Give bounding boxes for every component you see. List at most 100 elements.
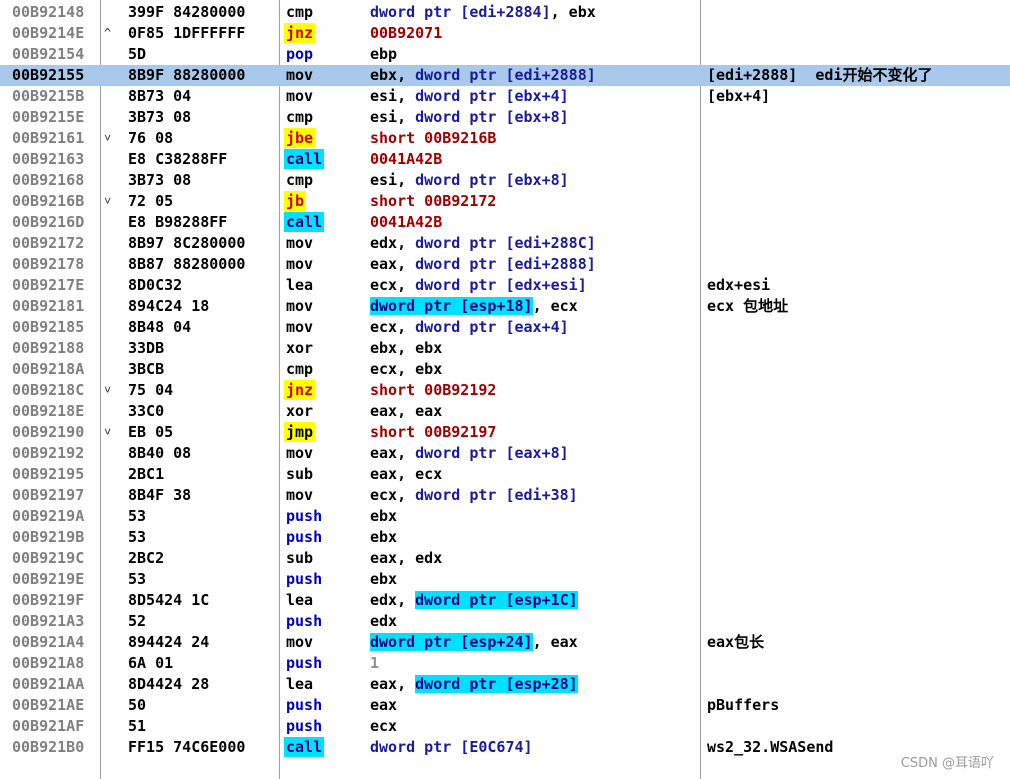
- mnemonic-cell: cmp: [286, 171, 314, 189]
- operand-part: edx,: [370, 591, 416, 609]
- instruction-row[interactable]: 00B92197 8B4F 38 mov ecx, dword ptr [edi+38…: [0, 485, 1010, 506]
- address-cell: 00B9217E: [12, 276, 85, 294]
- operand-part: dword ptr [eax+8]: [415, 444, 569, 462]
- instruction-row[interactable]: 00B9218C ˅ 75 04 jnz short 00B92192: [0, 380, 1010, 401]
- instruction-row[interactable]: 00B92168 3B73 08 cmp esi, dword ptr [ebx+8]: [0, 170, 1010, 191]
- mnemonic-cell: sub: [286, 465, 314, 483]
- instruction-row[interactable]: 00B9219E 53 push ebx: [0, 569, 1010, 590]
- mnemonic-cell: push: [286, 717, 323, 735]
- operands-cell: eax, dword ptr [esp+28]: [370, 674, 578, 695]
- operand-part: , ebx: [550, 3, 596, 21]
- operands-cell: ebp: [370, 44, 397, 65]
- instruction-row[interactable]: 00B92172 8B97 8C280000 mov edx, dword ptr […: [0, 233, 1010, 254]
- address-cell: 00B92195: [12, 465, 85, 483]
- address-cell: 00B9215E: [12, 108, 85, 126]
- mnemonic-cell: cmp: [286, 108, 314, 126]
- instruction-row[interactable]: 00B921AF 51 push ecx: [0, 716, 1010, 737]
- mnemonic-cell: cmp: [286, 3, 314, 21]
- hex-bytes-cell: E8 C38288FF: [128, 150, 228, 168]
- address-cell: 00B92155: [12, 66, 85, 84]
- address-cell: 00B921AA: [12, 675, 85, 693]
- instruction-row[interactable]: 00B92178 8B87 88280000 mov eax, dword ptr […: [0, 254, 1010, 275]
- operand-part: 0041A42B: [370, 150, 443, 168]
- hex-bytes-cell: 3B73 08: [128, 171, 192, 189]
- instruction-row[interactable]: 00B92185 8B48 04 mov ecx, dword ptr [eax+4]: [0, 317, 1010, 338]
- address-cell: 00B92190: [12, 423, 85, 441]
- address-cell: 00B9216D: [12, 213, 85, 231]
- instruction-row[interactable]: 00B921A8 6A 01 push 1: [0, 653, 1010, 674]
- address-cell: 00B9218E: [12, 402, 85, 420]
- instruction-row[interactable]: 00B921AA 8D4424 28 lea eax, dword ptr [esp+…: [0, 674, 1010, 695]
- instruction-row[interactable]: 00B9219C 2BC2 sub eax, edx: [0, 548, 1010, 569]
- instruction-row[interactable]: 00B921A4 894424 24 mov dword ptr [esp+24], …: [0, 632, 1010, 653]
- operand-part: dword ptr [ebx+8]: [415, 108, 569, 126]
- instruction-row[interactable]: 00B9218A 3BCB cmp ecx, ebx: [0, 359, 1010, 380]
- operands-cell: 0041A42B: [370, 149, 442, 170]
- instruction-row[interactable]: 00B9219A 53 push ebx: [0, 506, 1010, 527]
- hex-bytes-cell: 52: [128, 612, 147, 630]
- operand-part: dword ptr [edi+2884]: [370, 3, 551, 21]
- operand-part: , eax: [532, 633, 578, 651]
- jump-down-arrow-icon: ˅: [104, 131, 112, 145]
- operand-part: ecx,: [370, 318, 416, 336]
- instruction-row[interactable]: 00B92188 33DB xor ebx, ebx: [0, 338, 1010, 359]
- hex-bytes-cell: 50: [128, 696, 147, 714]
- disassembly-listing[interactable]: 00B92148 399F 84280000 cmp dword ptr [edi+2…: [0, 0, 1010, 779]
- mnemonic-cell: lea: [286, 591, 314, 609]
- instruction-row[interactable]: 00B9216D E8 B98288FF call 0041A42B: [0, 212, 1010, 233]
- operands-cell: ebx, dword ptr [edi+2888]: [370, 65, 596, 86]
- mnemonic-cell: mov: [286, 486, 314, 504]
- comment-cell: edx+esi: [707, 276, 771, 294]
- operand-part: dword ptr [ebx+4]: [415, 87, 569, 105]
- address-cell: 00B9216B: [12, 192, 85, 210]
- instruction-row[interactable]: 00B921B0 FF15 74C6E000 call dword ptr [E0C6…: [0, 737, 1010, 758]
- instruction-row[interactable]: 00B921A3 52 push edx: [0, 611, 1010, 632]
- instruction-row[interactable]: 00B9218E 33C0 xor eax, eax: [0, 401, 1010, 422]
- operand-part: dword ptr [edi+2888]: [415, 66, 596, 84]
- comment-cell: ecx 包地址: [707, 297, 789, 315]
- hex-bytes-cell: 894C24 18: [128, 297, 210, 315]
- instruction-row[interactable]: 00B9214E ^ 0F85 1DFFFFFF jnz 00B92071: [0, 23, 1010, 44]
- instruction-row[interactable]: 00B9219B 53 push ebx: [0, 527, 1010, 548]
- operands-cell: ecx, dword ptr [edi+38]: [370, 485, 578, 506]
- instruction-row[interactable]: 00B92181 894C24 18 mov dword ptr [esp+18], …: [0, 296, 1010, 317]
- instruction-row[interactable]: 00B9217E 8D0C32 lea ecx, dword ptr [edx+esi…: [0, 275, 1010, 296]
- operands-cell: dword ptr [esp+24], eax: [370, 632, 578, 653]
- instruction-row[interactable]: 00B92195 2BC1 sub eax, ecx: [0, 464, 1010, 485]
- hex-bytes-cell: 3BCB: [128, 360, 165, 378]
- instruction-row[interactable]: 00B9219F 8D5424 1C lea edx, dword ptr [esp+…: [0, 590, 1010, 611]
- hex-bytes-cell: 53: [128, 528, 147, 546]
- instruction-row[interactable]: 00B92190 ˅ EB 05 jmp short 00B92197: [0, 422, 1010, 443]
- mnemonic-cell: xor: [286, 402, 314, 420]
- instruction-row[interactable]: 00B92163 E8 C38288FF call 0041A42B: [0, 149, 1010, 170]
- hex-bytes-cell: 76 08: [128, 129, 174, 147]
- instruction-row[interactable]: 00B9216B ˅ 72 05 jb short 00B92172: [0, 191, 1010, 212]
- operand-part: dword ptr [E0C674]: [370, 738, 533, 756]
- mnemonic-cell: push: [286, 528, 323, 546]
- selected-instruction-row[interactable]: 00B92155 8B9F 88280000 mov ebx, dword ptr […: [0, 65, 1010, 86]
- mnemonic-cell: mov: [286, 297, 314, 315]
- instruction-row[interactable]: 00B9215B 8B73 04 mov esi, dword ptr [ebx+4]…: [0, 86, 1010, 107]
- hex-bytes-cell: FF15 74C6E000: [128, 738, 246, 756]
- hex-bytes-cell: EB 05: [128, 423, 174, 441]
- address-cell: 00B921AF: [12, 717, 85, 735]
- operands-cell: ecx: [370, 716, 397, 737]
- operands-cell: eax, dword ptr [eax+8]: [370, 443, 569, 464]
- operand-part: ecx,: [370, 276, 416, 294]
- address-cell: 00B9219C: [12, 549, 85, 567]
- instruction-row[interactable]: 00B92148 399F 84280000 cmp dword ptr [edi+2…: [0, 2, 1010, 23]
- hex-bytes-cell: 0F85 1DFFFFFF: [128, 24, 246, 42]
- instruction-row[interactable]: 00B9215E 3B73 08 cmp esi, dword ptr [ebx+8]: [0, 107, 1010, 128]
- address-cell: 00B92148: [12, 3, 85, 21]
- instruction-row[interactable]: 00B92192 8B40 08 mov eax, dword ptr [eax+8]: [0, 443, 1010, 464]
- operands-cell: edx, dword ptr [edi+288C]: [370, 233, 596, 254]
- address-cell: 00B9215B: [12, 87, 85, 105]
- instruction-row[interactable]: 00B92154 5D pop ebp: [0, 44, 1010, 65]
- instruction-row[interactable]: 00B92161 ˅ 76 08 jbe short 00B9216B: [0, 128, 1010, 149]
- instruction-row[interactable]: 00B921AE 50 push eax pBuffers: [0, 695, 1010, 716]
- operands-cell: edx: [370, 611, 397, 632]
- operands-cell: short 00B9216B: [370, 128, 496, 149]
- hex-bytes-cell: 8B73 04: [128, 87, 192, 105]
- address-cell: 00B921A3: [12, 612, 85, 630]
- mnemonic-cell: sub: [286, 549, 314, 567]
